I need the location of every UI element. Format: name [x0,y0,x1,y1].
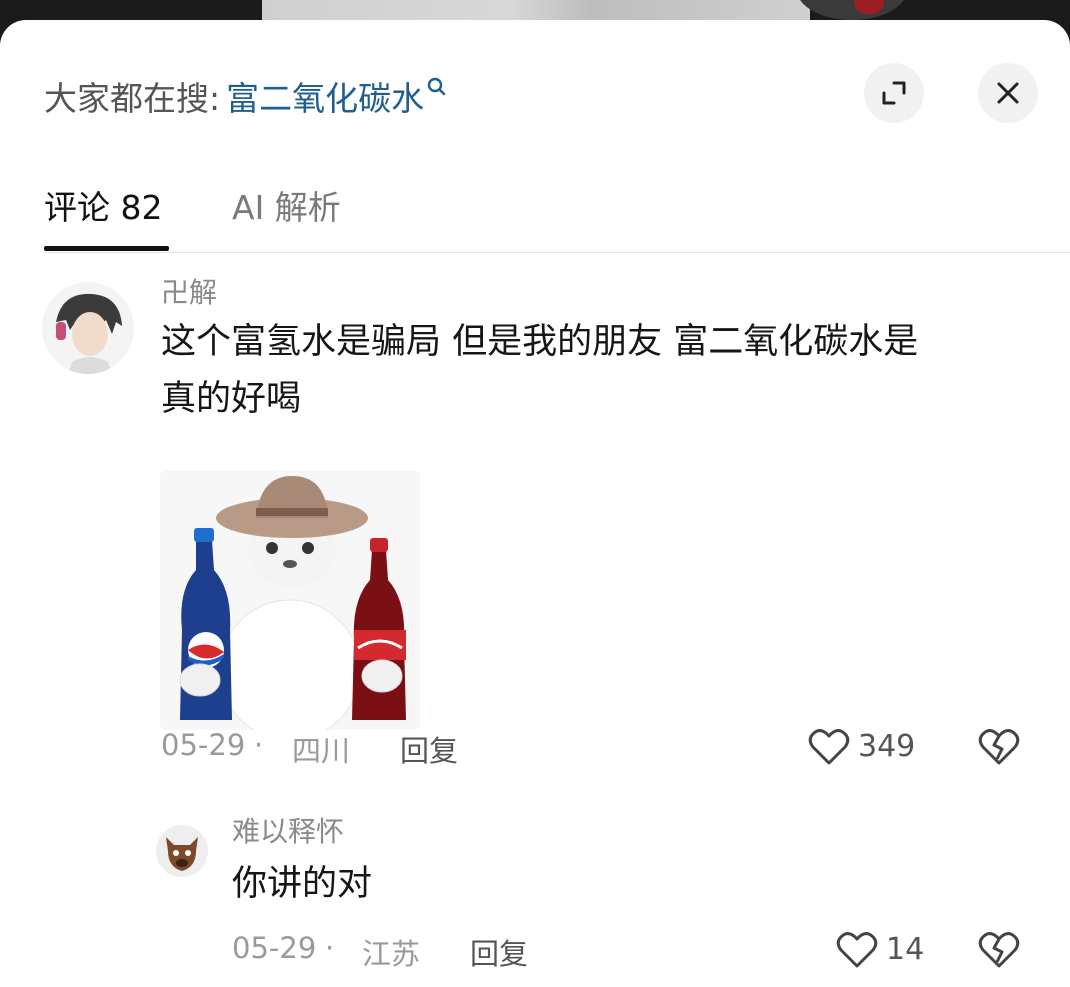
comment-text-line-2: 真的好喝 [161,379,302,419]
search-icon [427,77,446,96]
heart-icon[interactable] [836,930,878,970]
video-subject [797,0,907,20]
comment-username[interactable]: 卍解 [161,271,217,311]
comment-location: 四川 [292,734,351,768]
reply-avatar[interactable] [156,825,208,877]
search-suggestion[interactable]: 大家都在搜: 富二氧化碳水 [44,74,448,118]
reply-username[interactable]: 难以释怀 [232,810,344,850]
avatar[interactable] [42,282,134,374]
close-icon [997,82,1019,104]
expand-button[interactable] [864,63,924,123]
comment-date: 05-29 [161,728,246,762]
tab-divider [44,252,1070,253]
reply-like-count: 14 [886,932,925,967]
comment-text-line-1: 这个富氢水是骗局 但是我的朋友 富二氧化碳水是 [161,322,919,362]
like-count: 349 [858,729,916,764]
comments-sheet: 大家都在搜: 富二氧化碳水 评论 82 AI 解析 卍解 这个富氢水是骗局 但是… [0,20,1070,987]
sticker-image [160,470,420,730]
reply-reply-button[interactable]: 回复 [470,931,528,973]
heart-icon[interactable] [808,727,850,767]
close-button[interactable] [978,63,1038,123]
reply-location: 江苏 [362,937,421,971]
tab-comments[interactable]: 评论 82 [44,181,162,229]
user-avatar-image [42,282,134,374]
dislike-icon[interactable] [978,727,1020,767]
dislike-icon[interactable] [978,930,1020,970]
search-prefix: 大家都在搜: [44,79,221,118]
active-tab-indicator [44,246,169,251]
tab-ai-analysis[interactable]: AI 解析 [232,181,341,229]
expand-icon [882,81,906,105]
cat-with-cola-sticker[interactable] [160,470,420,730]
meta-separator-dot: · [254,728,264,762]
reply-date: 05-29 [232,931,317,965]
reply-button[interactable]: 回复 [400,728,458,770]
reply-avatar-image [156,825,208,877]
meta-separator-dot: · [325,931,335,965]
search-term-link[interactable]: 富二氧化碳水 [226,72,424,120]
reply-text: 你讲的对 [232,864,373,904]
